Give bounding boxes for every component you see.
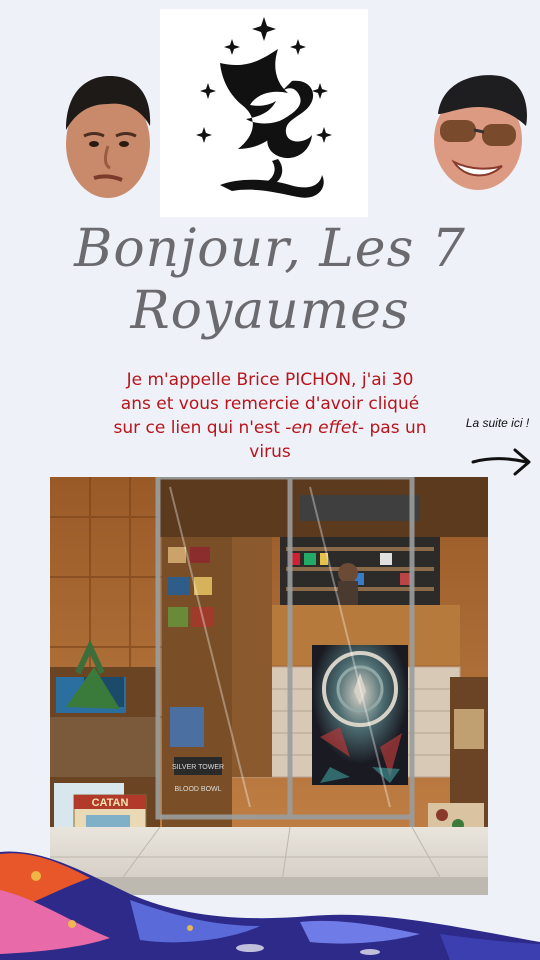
page-title-line-2: Royaumes bbox=[130, 281, 410, 341]
dragon-logo-icon bbox=[196, 17, 332, 198]
next-page-label: La suite ici ! bbox=[465, 416, 530, 430]
intro-text: Je m'appelle Brice PICHON, j'ai 30 ans e… bbox=[110, 368, 430, 464]
face-sticker-icon bbox=[66, 76, 151, 198]
box-label: CATAN bbox=[92, 797, 129, 809]
next-page-link[interactable]: La suite ici ! bbox=[455, 416, 540, 478]
sign-label-1: SILVER TOWER bbox=[172, 764, 224, 771]
page-title-line-1: Bonjour, Les 7 bbox=[74, 219, 466, 279]
face-with-sunglasses-icon bbox=[434, 75, 527, 190]
intro-text-emphasis: en effet bbox=[291, 418, 358, 438]
wave-decoration bbox=[0, 851, 540, 960]
arrow-right-icon bbox=[471, 448, 531, 476]
left-face-sticker bbox=[62, 74, 154, 200]
decorative-wave bbox=[0, 830, 540, 960]
right-face-sticker bbox=[430, 70, 530, 192]
sign-label-2: BLOOD BOWL bbox=[174, 786, 221, 793]
page-title: Bonjour, Les 7 Royaumes bbox=[40, 218, 500, 342]
brand-logo bbox=[160, 9, 368, 217]
